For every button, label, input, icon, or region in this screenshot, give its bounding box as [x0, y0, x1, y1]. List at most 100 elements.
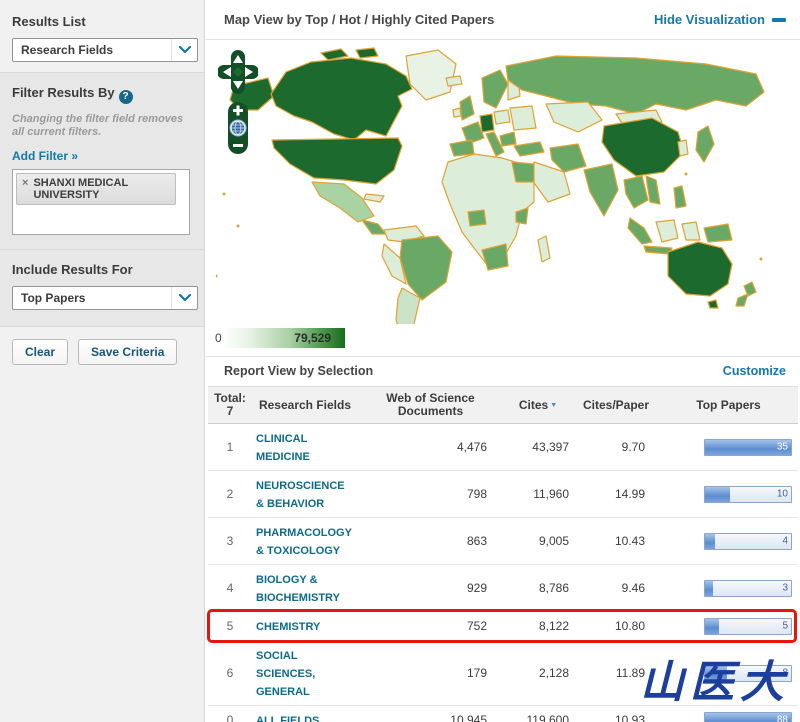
- top-papers-bar: 88: [704, 711, 792, 722]
- cites-cell: 9,005: [538, 534, 569, 548]
- results-list-heading: Results List: [12, 14, 86, 29]
- wos-documents-cell: 798: [466, 487, 487, 501]
- filter-section: Filter Results By? Changing the filter f…: [0, 72, 204, 250]
- column-header-cites-per-paper: Cites/Paper: [582, 397, 650, 412]
- total-header: Total: 7: [214, 391, 246, 418]
- cites-cell: 8,122: [538, 619, 569, 633]
- top-papers-value: 88: [776, 714, 788, 722]
- cites-cell: 2,128: [538, 666, 569, 680]
- top-papers-value: 3: [782, 582, 788, 594]
- table-row: 3 PHARMACOLOGY & TOXICOLOGY 863 9,005 10.43 4: [208, 518, 798, 565]
- legend-min: 0: [215, 331, 222, 345]
- top-papers-bar: 35: [704, 438, 792, 456]
- wos-documents-cell: 10,945: [450, 713, 487, 722]
- help-icon[interactable]: ?: [118, 89, 133, 104]
- cites-per-paper-cell: 9.70: [621, 440, 645, 454]
- map-area: 0 79,529: [206, 40, 800, 356]
- cites-per-paper-cell: 10.93: [614, 713, 645, 722]
- cites-cell: 43,397: [532, 440, 569, 454]
- main-panel: Map View by Top / Hot / Highly Cited Pap…: [206, 0, 800, 722]
- top-papers-value: 10: [776, 488, 788, 500]
- wos-documents-cell: 929: [466, 581, 487, 595]
- table-header-row: Total: 7 Research Fields Web of Science …: [208, 386, 798, 424]
- rank-cell: 2: [226, 487, 234, 501]
- zoom-control: [228, 102, 248, 154]
- research-field-link[interactable]: CLINICAL MEDICINE: [256, 433, 310, 463]
- research-field-link[interactable]: ALL FIELDS: [256, 715, 319, 722]
- watermark-text: 山医大: [640, 657, 790, 708]
- map-header: Map View by Top / Hot / Highly Cited Pap…: [206, 0, 800, 40]
- legend-max: 79,529: [294, 331, 331, 345]
- rank-cell: 6: [226, 666, 234, 680]
- map-controls: [217, 48, 259, 163]
- column-header-top-papers: Top Papers: [696, 397, 761, 412]
- wos-documents-cell: 4,476: [456, 440, 487, 454]
- table-row: 1 CLINICAL MEDICINE 4,476 43,397 9.70 35: [208, 424, 798, 471]
- table-row: 5 CHEMISTRY 752 8,122 10.80 5: [207, 609, 798, 643]
- clear-button[interactable]: Clear: [12, 338, 69, 365]
- top-papers-bar: 3: [704, 579, 792, 597]
- save-criteria-button[interactable]: Save Criteria: [78, 338, 178, 365]
- filter-chip-label: SHANXI MEDICAL UNIVERSITY: [33, 176, 128, 201]
- top-papers-bar: 10: [704, 485, 792, 503]
- cites-per-paper-cell: 14.99: [614, 487, 645, 501]
- app-root: Results List Research Fields Filter Resu…: [0, 0, 800, 722]
- research-field-link[interactable]: BIOLOGY & BIOCHEMISTRY: [256, 574, 340, 604]
- sidebar: Results List Research Fields Filter Resu…: [0, 0, 205, 722]
- chevron-down-icon: [171, 39, 197, 61]
- include-results-value: Top Papers: [21, 290, 86, 305]
- column-header-wos-documents: Web of Science Documents: [386, 391, 475, 418]
- research-field-link[interactable]: PHARMACOLOGY & TOXICOLOGY: [256, 527, 352, 557]
- top-papers-bar: 4: [704, 532, 792, 550]
- remove-filter-icon[interactable]: ×: [22, 177, 28, 201]
- research-field-link[interactable]: NEUROSCIENCE & BEHAVIOR: [256, 480, 345, 510]
- include-results-heading: Include Results For: [12, 261, 133, 277]
- chevron-down-icon: [171, 286, 197, 309]
- add-filter-link[interactable]: Add Filter »: [12, 149, 78, 163]
- map-legend: 0 79,529: [215, 328, 355, 348]
- cites-per-paper-cell: 10.80: [614, 619, 645, 633]
- top-papers-value: 35: [776, 441, 788, 453]
- table-row: 4 BIOLOGY & BIOCHEMISTRY 929 8,786 9.46 3: [208, 565, 798, 612]
- results-list-value: Research Fields: [21, 43, 114, 57]
- table-row: 2 NEUROSCIENCE & BEHAVIOR 798 11,960 14.99 10: [208, 471, 798, 518]
- cites-cell: 11,960: [533, 487, 569, 501]
- world-map[interactable]: [216, 44, 791, 324]
- cites-cell: 8,786: [538, 581, 569, 595]
- filter-note: Changing the filter field removes all cu…: [12, 112, 184, 138]
- filter-chip[interactable]: × SHANXI MEDICAL UNIVERSITY: [16, 172, 176, 205]
- top-papers-value: 5: [782, 620, 788, 632]
- filter-heading: Filter Results By?: [12, 85, 194, 104]
- column-header-cites-sort[interactable]: Cites ▼: [503, 394, 573, 417]
- sort-down-icon: ▼: [550, 401, 558, 409]
- top-papers-bar: 5: [704, 617, 792, 635]
- cites-per-paper-cell: 9.46: [621, 581, 645, 595]
- report-view-title: Report View by Selection: [224, 363, 374, 378]
- rank-cell: 0: [226, 713, 234, 722]
- active-filters-box: × SHANXI MEDICAL UNIVERSITY: [12, 168, 190, 235]
- customize-link[interactable]: Customize: [723, 364, 786, 378]
- hide-visualization-link[interactable]: Hide Visualization: [654, 12, 786, 27]
- column-header-research-fields: Research Fields: [258, 397, 352, 412]
- top-papers-value: 4: [782, 535, 788, 547]
- wos-documents-cell: 752: [466, 619, 487, 633]
- report-header: Report View by Selection Customize: [206, 356, 800, 384]
- research-field-link[interactable]: CHEMISTRY: [256, 621, 320, 633]
- include-results-section: Include Results For Top Papers: [0, 249, 204, 327]
- include-results-select[interactable]: Top Papers: [12, 285, 198, 310]
- rank-cell: 4: [226, 581, 234, 595]
- minus-icon: [772, 17, 786, 22]
- sidebar-buttons: Clear Save Criteria: [0, 327, 204, 365]
- results-list-section: Results List Research Fields: [0, 0, 204, 64]
- pan-control: [217, 50, 259, 94]
- wos-documents-cell: 179: [466, 666, 487, 680]
- wos-documents-cell: 863: [466, 534, 487, 548]
- cites-cell: 119,600: [526, 713, 570, 722]
- results-list-select[interactable]: Research Fields: [12, 38, 198, 62]
- cites-per-paper-cell: 10.43: [614, 534, 645, 548]
- rank-cell: 5: [226, 619, 234, 633]
- rank-cell: 1: [226, 440, 234, 454]
- rank-cell: 3: [226, 534, 234, 548]
- research-field-link[interactable]: SOCIAL SCIENCES, GENERAL: [256, 650, 315, 698]
- map-view-title: Map View by Top / Hot / Highly Cited Pap…: [224, 12, 495, 27]
